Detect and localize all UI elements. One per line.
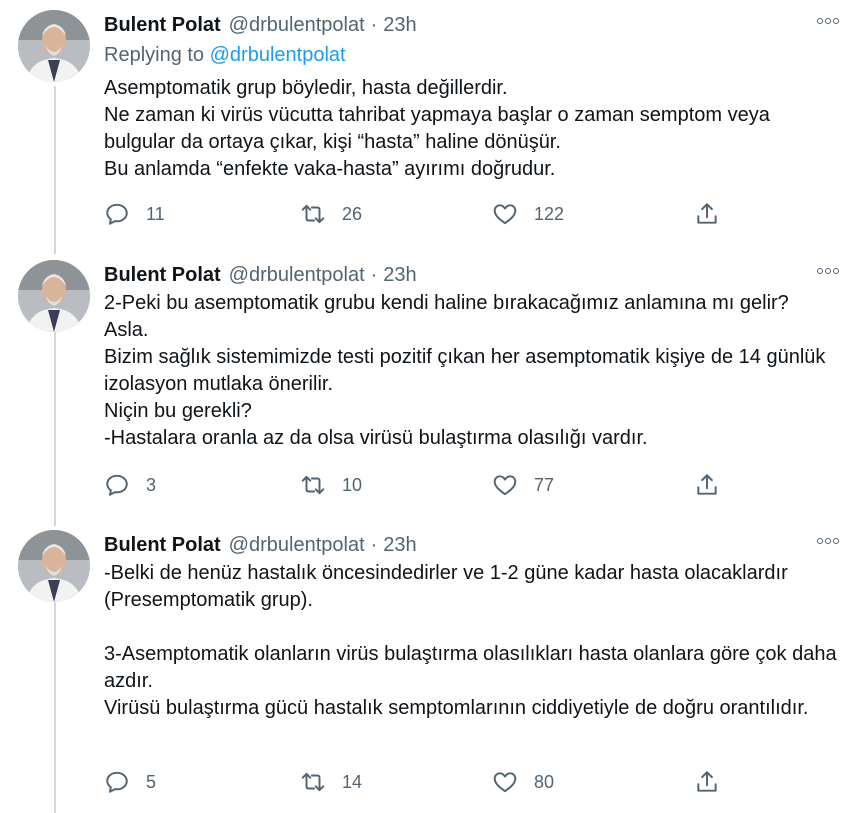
timestamp[interactable]: 23h bbox=[383, 262, 416, 288]
like-count: 122 bbox=[534, 203, 565, 224]
more-icon[interactable] bbox=[817, 14, 839, 28]
replying-to: Replying to @drbulentpolat bbox=[104, 42, 346, 68]
tweet-actions: 5 14 80 bbox=[104, 767, 744, 797]
tweet-text-content: Asemptomatik grup böyledir, hasta değill… bbox=[104, 77, 770, 180]
like-count: 77 bbox=[534, 474, 555, 495]
tweet-header: Bulent Polat @drbulentpolat · 23h bbox=[104, 262, 417, 288]
reply-icon bbox=[106, 771, 128, 793]
tweet-header: Bulent Polat @drbulentpolat · 23h bbox=[104, 12, 417, 38]
like-button[interactable]: 77 bbox=[492, 470, 554, 500]
replying-to-prefix: Replying to bbox=[104, 44, 205, 66]
tweet[interactable]: Bulent Polat @drbulentpolat · 23h 2-Peki… bbox=[0, 250, 859, 520]
reply-icon bbox=[106, 474, 128, 496]
retweet-icon bbox=[301, 475, 325, 495]
share-icon bbox=[697, 203, 717, 224]
avatar[interactable] bbox=[18, 10, 90, 82]
share-icon bbox=[697, 771, 717, 792]
share-button[interactable] bbox=[694, 199, 720, 229]
tweet-actions: 11 26 122 bbox=[104, 199, 744, 229]
share-button[interactable] bbox=[694, 767, 720, 797]
author-handle[interactable]: @drbulentpolat bbox=[229, 532, 365, 558]
more-icon[interactable] bbox=[817, 264, 839, 278]
avatar-image bbox=[18, 260, 90, 332]
reply-button[interactable]: 5 bbox=[104, 767, 156, 797]
reply-count: 5 bbox=[146, 771, 157, 792]
tweet[interactable]: Bulent Polat @drbulentpolat · 23h Replyi… bbox=[0, 0, 859, 250]
reply-button[interactable]: 3 bbox=[104, 470, 156, 500]
more-icon[interactable] bbox=[817, 534, 839, 548]
tweet-text-content: -Belki de henüz hastalık öncesindedirler… bbox=[104, 562, 837, 719]
tweet-text: -Belki de henüz hastalık öncesindedirler… bbox=[104, 560, 844, 722]
retweet-button[interactable]: 10 bbox=[300, 470, 362, 500]
tweet-actions: 3 10 77 bbox=[104, 470, 744, 500]
tweet-text-content: 2-Peki bu asemptomatik grubu kendi halin… bbox=[104, 292, 826, 449]
tweet-header: Bulent Polat @drbulentpolat · 23h bbox=[104, 532, 417, 558]
author-handle[interactable]: @drbulentpolat bbox=[229, 12, 365, 38]
reply-button[interactable]: 11 bbox=[104, 199, 165, 229]
heart-icon bbox=[493, 772, 517, 793]
replying-to-link[interactable]: @drbulentpolat bbox=[210, 44, 346, 66]
like-button[interactable]: 80 bbox=[492, 767, 554, 797]
heart-icon bbox=[493, 204, 517, 225]
retweet-button[interactable]: 14 bbox=[300, 767, 362, 797]
retweet-count: 26 bbox=[342, 203, 363, 224]
share-icon bbox=[697, 474, 717, 495]
author-handle[interactable]: @drbulentpolat bbox=[229, 262, 365, 288]
tweet-text: 2-Peki bu asemptomatik grubu kendi halin… bbox=[104, 290, 844, 452]
share-button[interactable] bbox=[694, 470, 720, 500]
author-name[interactable]: Bulent Polat bbox=[104, 532, 221, 558]
reply-icon bbox=[106, 203, 128, 225]
like-count: 80 bbox=[534, 771, 555, 792]
author-name[interactable]: Bulent Polat bbox=[104, 12, 221, 38]
reply-count: 3 bbox=[146, 474, 157, 495]
retweet-icon bbox=[301, 772, 325, 792]
tweet-text: Asemptomatik grup böyledir, hasta değill… bbox=[104, 75, 844, 183]
reply-count: 11 bbox=[146, 203, 165, 224]
avatar-image bbox=[18, 10, 90, 82]
avatar[interactable] bbox=[18, 260, 90, 332]
timestamp[interactable]: 23h bbox=[383, 532, 416, 558]
like-button[interactable]: 122 bbox=[492, 199, 564, 229]
retweet-icon bbox=[301, 204, 325, 224]
retweet-count: 10 bbox=[342, 474, 363, 495]
heart-icon bbox=[493, 475, 517, 496]
avatar[interactable] bbox=[18, 530, 90, 602]
separator-dot: · bbox=[370, 534, 378, 556]
avatar-image bbox=[18, 530, 90, 602]
timestamp[interactable]: 23h bbox=[383, 12, 416, 38]
retweet-count: 14 bbox=[342, 771, 363, 792]
author-name[interactable]: Bulent Polat bbox=[104, 262, 221, 288]
separator-dot: · bbox=[370, 264, 378, 286]
separator-dot: · bbox=[370, 14, 378, 36]
tweet[interactable]: Bulent Polat @drbulentpolat · 23h -Belki… bbox=[0, 520, 859, 813]
retweet-button[interactable]: 26 bbox=[300, 199, 362, 229]
